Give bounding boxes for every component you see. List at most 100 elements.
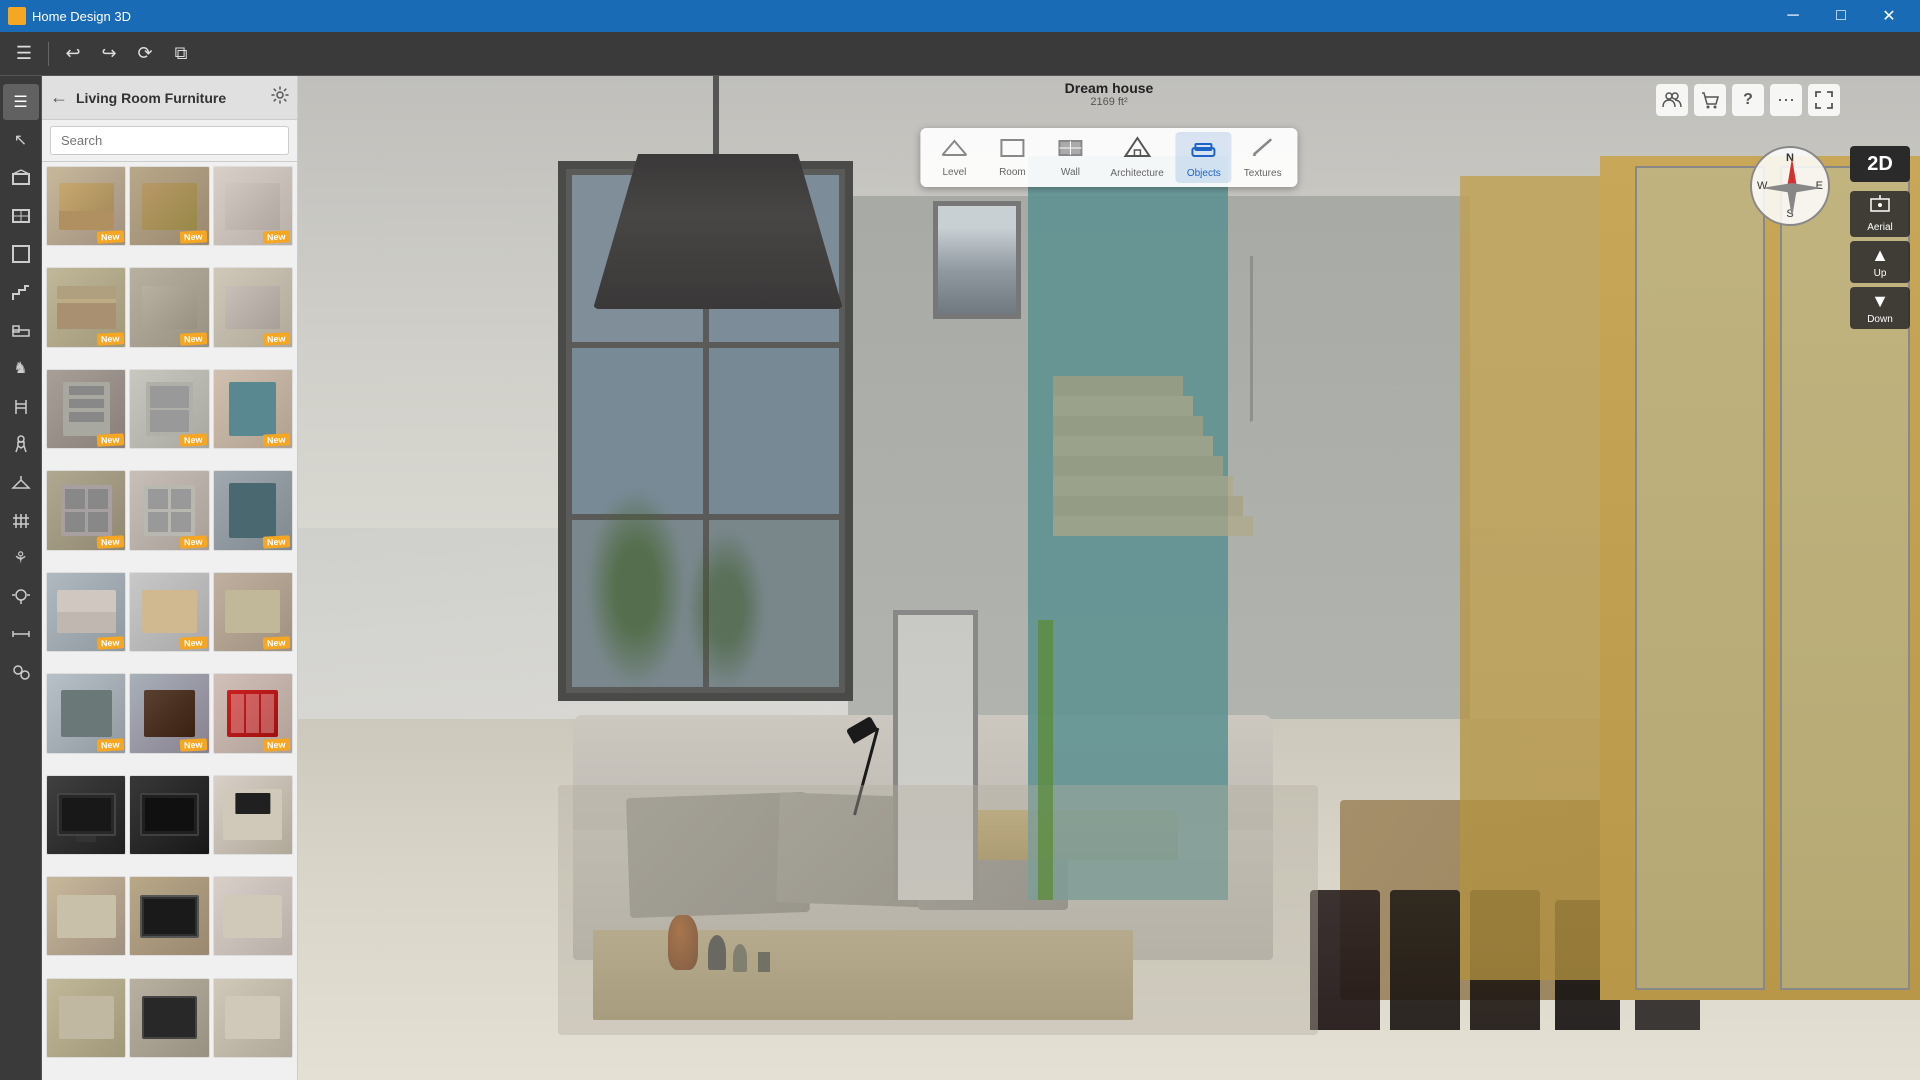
list-item[interactable]: New	[129, 267, 209, 347]
list-item[interactable]: New	[46, 166, 126, 246]
dining-chair-1	[1310, 890, 1380, 1030]
sidebar-item-menu[interactable]: ☰	[3, 84, 39, 120]
list-item[interactable]: New	[46, 572, 126, 652]
list-item[interactable]: New	[46, 369, 126, 449]
refresh-button[interactable]: ⟳	[129, 38, 161, 70]
project-size: 2169 ft²	[1065, 96, 1154, 108]
app-title: Home Design 3D	[32, 9, 131, 24]
sidebar-item-stairs[interactable]	[3, 274, 39, 310]
list-item[interactable]	[46, 876, 126, 956]
copy-button[interactable]: ⧉	[165, 38, 197, 70]
search-bar	[42, 120, 297, 162]
people-icon-btn[interactable]	[1656, 84, 1688, 116]
toolbar-separator	[48, 42, 49, 66]
sidebar-item-light[interactable]	[3, 578, 39, 614]
minimize-button[interactable]: ─	[1770, 0, 1816, 32]
sidebar-item-room[interactable]	[3, 236, 39, 272]
new-badge: New	[263, 535, 290, 548]
cart-icon-btn[interactable]	[1694, 84, 1726, 116]
new-badge: New	[97, 231, 124, 244]
new-badge: New	[97, 535, 124, 548]
expand-icon-btn[interactable]	[1808, 84, 1840, 116]
new-badge: New	[263, 738, 290, 751]
viewport[interactable]: Dream house 2169 ft² Level Room	[298, 76, 1920, 1080]
architecture-label: Architecture	[1110, 168, 1163, 179]
sidebar-item-hanger[interactable]	[3, 464, 39, 500]
btn-2d[interactable]: 2D	[1850, 146, 1910, 182]
list-item[interactable]: New	[129, 572, 209, 652]
sidebar-item-plant[interactable]: ⚘	[3, 540, 39, 576]
list-item[interactable]	[129, 775, 209, 855]
aerial-view-button[interactable]: Aerial	[1850, 191, 1910, 237]
tab-objects[interactable]: Objects	[1176, 132, 1232, 183]
list-item[interactable]	[129, 978, 209, 1058]
list-item[interactable]: New	[129, 673, 209, 753]
list-item[interactable]: New	[46, 267, 126, 347]
list-item[interactable]: New	[129, 369, 209, 449]
new-badge: New	[180, 434, 207, 447]
viewport-top-right: ? ⋯	[1656, 84, 1840, 116]
list-item[interactable]	[46, 978, 126, 1058]
titlebar: Home Design 3D ─ □ ✕	[0, 0, 1920, 32]
new-badge: New	[97, 332, 124, 345]
list-item[interactable]: New	[46, 470, 126, 550]
sidebar-item-measure[interactable]	[3, 616, 39, 652]
list-item[interactable]	[213, 775, 293, 855]
sidebar-item-chair[interactable]	[3, 388, 39, 424]
list-item[interactable]	[213, 876, 293, 956]
list-item[interactable]: New	[213, 470, 293, 550]
list-item[interactable]: New	[46, 673, 126, 753]
new-badge: New	[263, 231, 290, 244]
undo-button[interactable]: ↩	[57, 38, 89, 70]
tab-textures[interactable]: Textures	[1234, 132, 1292, 183]
close-button[interactable]: ✕	[1866, 0, 1912, 32]
sidebar-item-person[interactable]	[3, 426, 39, 462]
search-input[interactable]	[50, 126, 289, 155]
sidebar-item-bed[interactable]	[3, 312, 39, 348]
furniture-panel: ← Living Room Furniture New New	[42, 76, 298, 1080]
view-up-button[interactable]: ▲ Up	[1850, 241, 1910, 283]
maximize-button[interactable]: □	[1818, 0, 1864, 32]
list-item[interactable]: New	[213, 267, 293, 347]
redo-button[interactable]: ↪	[93, 38, 125, 70]
tab-level[interactable]: Level	[926, 133, 982, 182]
sidebar-item-fence[interactable]	[3, 502, 39, 538]
furniture-grid: New New New New New	[42, 162, 297, 1080]
objects-label: Objects	[1187, 168, 1221, 179]
sidebar-item-cursor[interactable]: ↖	[3, 122, 39, 158]
sidebar-item-wall[interactable]	[3, 198, 39, 234]
compass-circle: N S E W	[1750, 146, 1830, 226]
list-item[interactable]: New	[213, 369, 293, 449]
new-badge: New	[263, 636, 290, 649]
list-item[interactable]: New	[213, 166, 293, 246]
sidebar-item-horse[interactable]: ♞	[3, 350, 39, 386]
up-arrow-icon: ▲	[1871, 245, 1889, 266]
cabinet-glass-2	[1635, 166, 1765, 990]
list-item[interactable]: New	[213, 673, 293, 753]
level-icon	[940, 137, 968, 165]
sidebar-item-floor[interactable]	[3, 160, 39, 196]
panel-header: ← Living Room Furniture	[42, 76, 297, 120]
tab-room[interactable]: Room	[984, 133, 1040, 182]
view-down-button[interactable]: ▼ Down	[1850, 287, 1910, 329]
help-icon-btn[interactable]: ?	[1732, 84, 1764, 116]
up-label: Up	[1874, 268, 1887, 279]
list-item[interactable]	[46, 775, 126, 855]
settings-button[interactable]	[271, 86, 289, 109]
new-badge: New	[263, 434, 290, 447]
tab-wall[interactable]: Wall	[1042, 133, 1098, 182]
textures-icon	[1249, 136, 1277, 166]
menu-button[interactable]: ☰	[8, 38, 40, 70]
list-item[interactable]: New	[129, 166, 209, 246]
sidebar-item-group[interactable]	[3, 654, 39, 690]
aerial-icon	[1868, 195, 1892, 220]
list-item[interactable]	[213, 978, 293, 1058]
back-button[interactable]: ←	[50, 87, 68, 108]
more-icon-btn[interactable]: ⋯	[1770, 84, 1802, 116]
room-label: Room	[999, 167, 1026, 178]
tab-architecture[interactable]: Architecture	[1100, 132, 1173, 183]
list-item[interactable]: New	[213, 572, 293, 652]
list-item[interactable]	[129, 876, 209, 956]
objects-icon	[1190, 136, 1218, 166]
list-item[interactable]: New	[129, 470, 209, 550]
